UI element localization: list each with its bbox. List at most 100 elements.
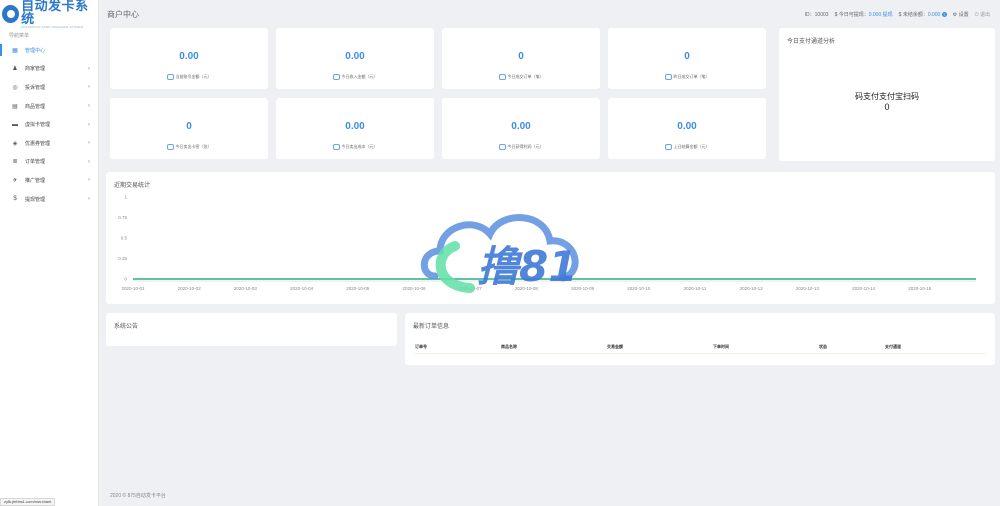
orders-column-header: 商品名称 (501, 344, 517, 349)
sidebar-item-5[interactable]: ◈ 优惠券管理 › (0, 134, 98, 153)
stat-icon (332, 144, 340, 150)
y-tick-label: 0.25 (118, 256, 127, 261)
sidebar-item-label: 推广管理 (25, 177, 46, 184)
stat-icon (166, 144, 174, 150)
chevron-right-icon: › (88, 65, 90, 72)
y-tick-label: 0.75 (118, 215, 127, 220)
x-tick-label: 2020-10-11 (684, 286, 707, 291)
footer-copyright: 2020 © 875自动发卡平台 (110, 493, 166, 499)
chevron-right-icon: › (88, 121, 90, 128)
pay-channel-count: 0 (884, 102, 890, 112)
unsettled-value: 0.000 (927, 11, 941, 18)
merchant-id: ID：10003 (804, 11, 829, 18)
stat-icon (664, 74, 672, 80)
stat-value: 0 (186, 121, 192, 132)
x-tick-label: 2020-10-15 (908, 286, 932, 291)
stat-label-row: 今日获得利润（元） (442, 144, 600, 150)
browser-status-url: zyfk.jiehbs1.com/merchant (0, 498, 56, 506)
sidebar-item-label: 优惠券管理 (25, 140, 51, 147)
stat-card: 0.00 今日卖出成本（元） (276, 98, 434, 159)
logout-button[interactable]: ⏻ 退出 (975, 11, 990, 18)
help-icon[interactable]: ? (941, 11, 947, 17)
credit-card-icon: ▬ (12, 121, 18, 128)
orders-column-header: 订单号 (415, 344, 427, 349)
stat-label-row: 今日卖出卡密（张） (110, 144, 268, 150)
stat-label: 今日卖出成本（元） (341, 144, 378, 150)
y-tick-label: 1 (124, 195, 127, 200)
stat-label: 昨日成交订单（笔） (673, 74, 710, 80)
stat-label-row: 今日卖出成本（元） (276, 144, 434, 150)
sidebar-item-label: 商品管理 (25, 103, 46, 110)
trade-chart-card: 近期交易统计 0 0.25 0.5 0.75 1 2020-10-01 2020-10-02… (106, 172, 995, 304)
sidebar-item-1[interactable]: ♟ 商家管理 › (0, 60, 98, 79)
unsettled-label: $ 未结余额： (898, 11, 928, 18)
stat-card: 0.00 上日结算金额（元） (608, 98, 766, 159)
sidebar-item-4[interactable]: ▬ 虚拟卡管理 › (0, 115, 98, 134)
nav-heading: 导航菜单 (9, 33, 30, 39)
sidebar-item-2[interactable]: ◎ 投诉管理 › (0, 78, 98, 97)
stat-value: 0 (684, 51, 690, 62)
withdraw-link[interactable]: 提现 (883, 12, 893, 18)
stat-card: 0.00 今日获得利润（元） (442, 98, 600, 159)
header-account-info: ID：10003 $ 今日可提现：0.000 提现 $ 未结余额：0.000 ?… (805, 0, 990, 28)
sidebar-item-8[interactable]: $ 提现管理 › (0, 190, 98, 209)
x-tick-label: 2020-10-14 (852, 286, 876, 291)
notice-card: 系统公告 (106, 313, 397, 346)
page-title: 商户中心 (107, 9, 139, 19)
logo[interactable]: 自动发卡系统 AUTOMATIC CARD ISSUANCE SYSTEM (0, 0, 98, 29)
gear-icon: ⚙ (952, 11, 958, 18)
notice-title: 系统公告 (114, 324, 139, 330)
x-tick-label: 2020-10-07 (459, 286, 483, 291)
coupon-icon: ◈ (12, 140, 18, 147)
stat-label: 今日收入金额（元） (341, 74, 378, 80)
chevron-right-icon: › (88, 84, 90, 91)
x-tick-label: 2020-10-13 (796, 286, 820, 291)
chevron-right-icon: › (88, 158, 90, 165)
withdrawable-label: $ 今日可提现： (834, 11, 869, 18)
stat-label: 今日卖出卡密（张） (175, 144, 212, 150)
withdrawable-value: 0.000 (868, 11, 882, 18)
stat-label-row: 今日收入金额（元） (276, 74, 434, 80)
orders-column-header: 交易金额 (607, 344, 623, 349)
nav-list: ▦ 管理中心 ♟ 商家管理 › ◎ 投诉管理 › ▤ 商品管理 › ▬ 虚拟卡管理 › ◈ 优惠券管理 › ≣ 订单… (0, 41, 98, 208)
sidebar-item-label: 投诉管理 (25, 84, 46, 91)
sidebar-item-6[interactable]: ≣ 订单管理 › (0, 153, 98, 172)
stat-icon (498, 74, 506, 80)
settings-button[interactable]: ⚙ 设置 (953, 11, 969, 18)
complaint-icon: ◎ (12, 84, 18, 91)
orders-table-header: 订单号 商品名称 交易金额 下单时间 状态 支付通道 (415, 342, 985, 354)
x-tick-label: 2020-10-05 (346, 286, 370, 291)
y-tick-label: 0 (124, 277, 127, 282)
stat-icon (166, 74, 174, 80)
stat-value: 0.00 (345, 51, 365, 62)
stat-icon (664, 144, 672, 150)
stat-value: 0.00 (179, 51, 199, 62)
x-tick-label: 2020-10-03 (234, 286, 258, 291)
sidebar-item-0[interactable]: ▦ 管理中心 (0, 41, 98, 60)
dollar-icon: $ (13, 196, 17, 203)
trade-chart: 0 0.25 0.5 0.75 1 2020-10-01 2020-10-02 2020-10… (118, 195, 976, 291)
stat-value: 0 (518, 51, 524, 62)
settings-label: 设置 (958, 11, 969, 18)
latest-orders-card: 最新订单信息 订单号 商品名称 交易金额 下单时间 状态 支付通道 (405, 313, 995, 365)
stat-card: 0 今日成交订单（笔） (442, 28, 600, 89)
list-icon: ≣ (12, 159, 18, 166)
stat-label-row: 上日结算金额（元） (608, 144, 766, 150)
sidebar: 自动发卡系统 AUTOMATIC CARD ISSUANCE SYSTEM 导航… (0, 0, 99, 506)
x-tick-label: 2020-10-10 (627, 286, 651, 291)
chevron-right-icon: › (88, 177, 90, 184)
stat-label: 上日结算金额（元） (673, 144, 710, 150)
x-tick-label: 2020-10-06 (402, 286, 426, 291)
sidebar-item-label: 管理中心 (25, 47, 46, 54)
chevron-right-icon: › (88, 196, 90, 203)
x-tick-label: 2020-10-08 (515, 286, 539, 291)
sidebar-item-label: 订单管理 (25, 159, 46, 166)
chevron-right-icon: › (88, 140, 90, 147)
sidebar-item-7[interactable]: ✈ 推广管理 › (0, 171, 98, 190)
logout-icon: ⏻ (974, 11, 979, 18)
sidebar-item-3[interactable]: ▤ 商品管理 › (0, 97, 98, 116)
chevron-right-icon: › (88, 103, 90, 110)
latest-orders-title: 最新订单信息 (413, 324, 450, 330)
megaphone-icon: ✈ (12, 177, 18, 184)
stat-value: 0.00 (345, 121, 365, 132)
